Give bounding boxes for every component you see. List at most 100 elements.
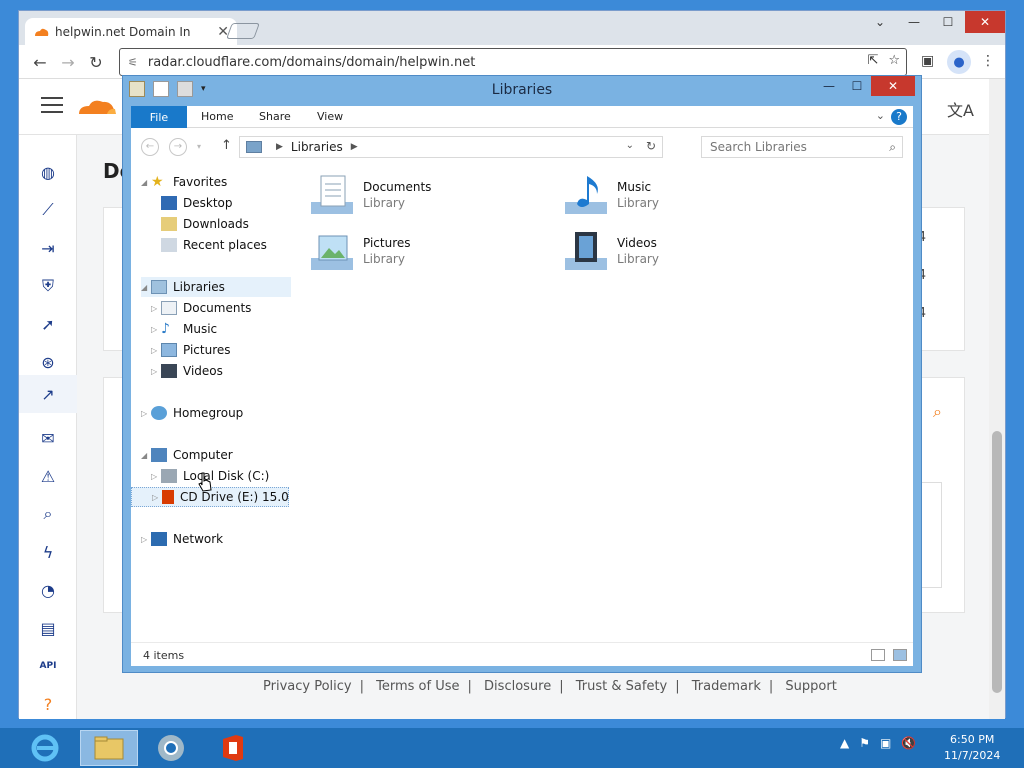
back-icon[interactable]: ← bbox=[29, 51, 51, 73]
close-button[interactable]: ✕ bbox=[871, 76, 915, 96]
help-icon[interactable]: ? bbox=[891, 109, 907, 125]
routing-icon[interactable]: ⇥ bbox=[37, 237, 59, 259]
tab-view[interactable]: View bbox=[317, 110, 343, 123]
collapsed-arrow-icon[interactable]: ▷ bbox=[151, 346, 157, 355]
trust-safety-link[interactable]: Trust & Safety bbox=[576, 679, 667, 694]
library-pictures[interactable]: Pictures Library bbox=[309, 228, 549, 280]
internet-explorer-icon[interactable] bbox=[16, 730, 74, 766]
traffic-trend-icon[interactable]: ⟋ bbox=[37, 199, 59, 221]
cloudflare-logo[interactable] bbox=[77, 97, 117, 115]
file-explorer-icon[interactable] bbox=[80, 730, 138, 766]
minimize-button[interactable]: — bbox=[815, 76, 843, 96]
breadcrumb-separator-icon[interactable]: ▶ bbox=[276, 142, 283, 152]
refresh-icon[interactable]: ↻ bbox=[646, 139, 656, 153]
scrollbar-thumb[interactable] bbox=[992, 431, 1002, 693]
clock[interactable]: 6:50 PM 11/7/2024 bbox=[944, 732, 1000, 764]
translate-icon[interactable]: 文A bbox=[947, 97, 974, 121]
share-icon[interactable]: ⇱ bbox=[867, 53, 878, 68]
tab-file[interactable]: File bbox=[131, 106, 187, 128]
report-icon[interactable]: ▤ bbox=[37, 617, 59, 639]
forward-icon[interactable]: → bbox=[57, 51, 79, 73]
show-hidden-icons-chevron-icon[interactable]: ▲ bbox=[840, 736, 849, 750]
email-security-icon[interactable]: ✉ bbox=[37, 427, 59, 449]
scan-icon[interactable]: ⌕ bbox=[37, 503, 59, 525]
page-scrollbar[interactable] bbox=[989, 79, 1005, 719]
tree-network[interactable]: ▷ Network bbox=[141, 529, 223, 549]
tab-search-chevron-icon[interactable]: ⌄ bbox=[863, 11, 897, 33]
tree-computer[interactable]: ◢ Computer bbox=[141, 445, 233, 465]
volume-muted-icon[interactable]: 🔇 bbox=[901, 736, 916, 750]
tab-share[interactable]: Share bbox=[259, 110, 291, 123]
breadcrumb-separator-icon[interactable]: ▶ bbox=[351, 142, 358, 152]
support-link[interactable]: Support bbox=[785, 679, 836, 694]
up-arrow-icon[interactable]: ↑ bbox=[221, 138, 232, 153]
collapsed-arrow-icon[interactable]: ▷ bbox=[141, 409, 147, 418]
tree-recent-places[interactable]: Recent places bbox=[161, 235, 267, 255]
action-center-flag-icon[interactable]: ⚑ bbox=[859, 736, 870, 750]
expanded-arrow-icon[interactable]: ◢ bbox=[141, 283, 147, 292]
explorer-address-bar[interactable]: ▶ Libraries ▶ ⌄ ↻ bbox=[239, 136, 663, 158]
address-dropdown-chevron-icon[interactable]: ⌄ bbox=[626, 140, 634, 151]
breadcrumb-libraries[interactable]: Libraries bbox=[291, 140, 343, 154]
network-icon[interactable]: ⊛ bbox=[37, 351, 59, 373]
domains-trend-icon[interactable]: ↗ bbox=[19, 375, 77, 413]
reload-icon[interactable]: ↻ bbox=[85, 51, 107, 73]
expanded-arrow-icon[interactable]: ◢ bbox=[141, 178, 147, 187]
tree-desktop[interactable]: Desktop bbox=[161, 193, 233, 213]
tree-favorites[interactable]: ◢ ★ Favorites bbox=[141, 172, 227, 192]
rocket-icon[interactable]: ➚ bbox=[37, 313, 59, 335]
pie-chart-icon[interactable]: ◔ bbox=[37, 579, 59, 601]
close-button[interactable]: ✕ bbox=[965, 11, 1005, 33]
explorer-titlebar[interactable]: ▾ Libraries — ☐ ✕ bbox=[123, 76, 921, 104]
tree-pictures[interactable]: ▷ Pictures bbox=[151, 340, 231, 360]
bookmark-star-icon[interactable]: ☆ bbox=[888, 53, 900, 68]
recent-locations-chevron-icon[interactable]: ▾ bbox=[197, 142, 201, 151]
tree-local-disk[interactable]: ▷ Local Disk (C:) bbox=[151, 466, 269, 486]
collapsed-arrow-icon[interactable]: ▷ bbox=[151, 367, 157, 376]
tree-music[interactable]: ▷ ♪ Music bbox=[151, 319, 217, 339]
collapsed-arrow-icon[interactable]: ▷ bbox=[151, 325, 157, 334]
tree-homegroup[interactable]: ▷ Homegroup bbox=[141, 403, 243, 423]
expand-ribbon-chevron-icon[interactable]: ⌄ bbox=[876, 109, 885, 122]
api-icon[interactable]: API bbox=[37, 655, 59, 677]
library-videos[interactable]: Videos Library bbox=[563, 228, 803, 280]
side-panel-icon[interactable]: ▣ bbox=[921, 53, 934, 69]
globe-icon[interactable]: ◍ bbox=[37, 161, 59, 183]
library-documents[interactable]: Documents Library bbox=[309, 172, 549, 224]
new-tab-button[interactable] bbox=[226, 23, 260, 39]
forward-icon[interactable]: → bbox=[169, 138, 187, 156]
profile-avatar[interactable]: ● bbox=[947, 50, 971, 74]
collapsed-arrow-icon[interactable]: ▷ bbox=[141, 535, 147, 544]
trademark-link[interactable]: Trademark bbox=[692, 679, 761, 694]
browser-tab[interactable]: helpwin.net Domain In ✕ bbox=[25, 18, 237, 45]
library-music[interactable]: Music Library bbox=[563, 172, 803, 224]
privacy-policy-link[interactable]: Privacy Policy bbox=[263, 679, 352, 694]
details-view-icon[interactable] bbox=[871, 649, 885, 661]
collapsed-arrow-icon[interactable]: ▷ bbox=[151, 304, 157, 313]
help-icon[interactable]: ? bbox=[37, 693, 59, 715]
minimize-button[interactable]: — bbox=[897, 11, 931, 33]
large-icons-view-icon[interactable] bbox=[893, 649, 907, 661]
back-icon[interactable]: ← bbox=[141, 138, 159, 156]
menu-kebab-icon[interactable]: ⋮ bbox=[981, 53, 995, 69]
lightning-icon[interactable]: ϟ bbox=[37, 541, 59, 563]
expanded-arrow-icon[interactable]: ◢ bbox=[141, 451, 147, 460]
network-icon[interactable]: ▣ bbox=[880, 736, 891, 750]
scan-report-icon[interactable]: ⌕ bbox=[933, 402, 942, 422]
address-bar[interactable]: ⚟ radar.cloudflare.com/domains/domain/he… bbox=[119, 48, 907, 76]
tree-libraries[interactable]: ◢ Libraries bbox=[141, 277, 291, 297]
chrome-icon[interactable] bbox=[142, 730, 200, 766]
terms-link[interactable]: Terms of Use bbox=[376, 679, 459, 694]
office-icon[interactable] bbox=[204, 730, 262, 766]
shield-icon[interactable]: ⛨ bbox=[37, 275, 59, 297]
collapsed-arrow-icon[interactable]: ▷ bbox=[151, 472, 157, 481]
maximize-button[interactable]: ☐ bbox=[931, 11, 965, 33]
tab-home[interactable]: Home bbox=[201, 110, 233, 123]
warning-icon[interactable]: ⚠ bbox=[37, 465, 59, 487]
tree-documents[interactable]: ▷ Documents bbox=[151, 298, 251, 318]
maximize-button[interactable]: ☐ bbox=[843, 76, 871, 96]
search-icon[interactable]: ⌕ bbox=[889, 140, 896, 155]
site-info-icon[interactable]: ⚟ bbox=[128, 56, 138, 69]
tree-downloads[interactable]: Downloads bbox=[161, 214, 249, 234]
collapsed-arrow-icon[interactable]: ▷ bbox=[152, 493, 158, 502]
